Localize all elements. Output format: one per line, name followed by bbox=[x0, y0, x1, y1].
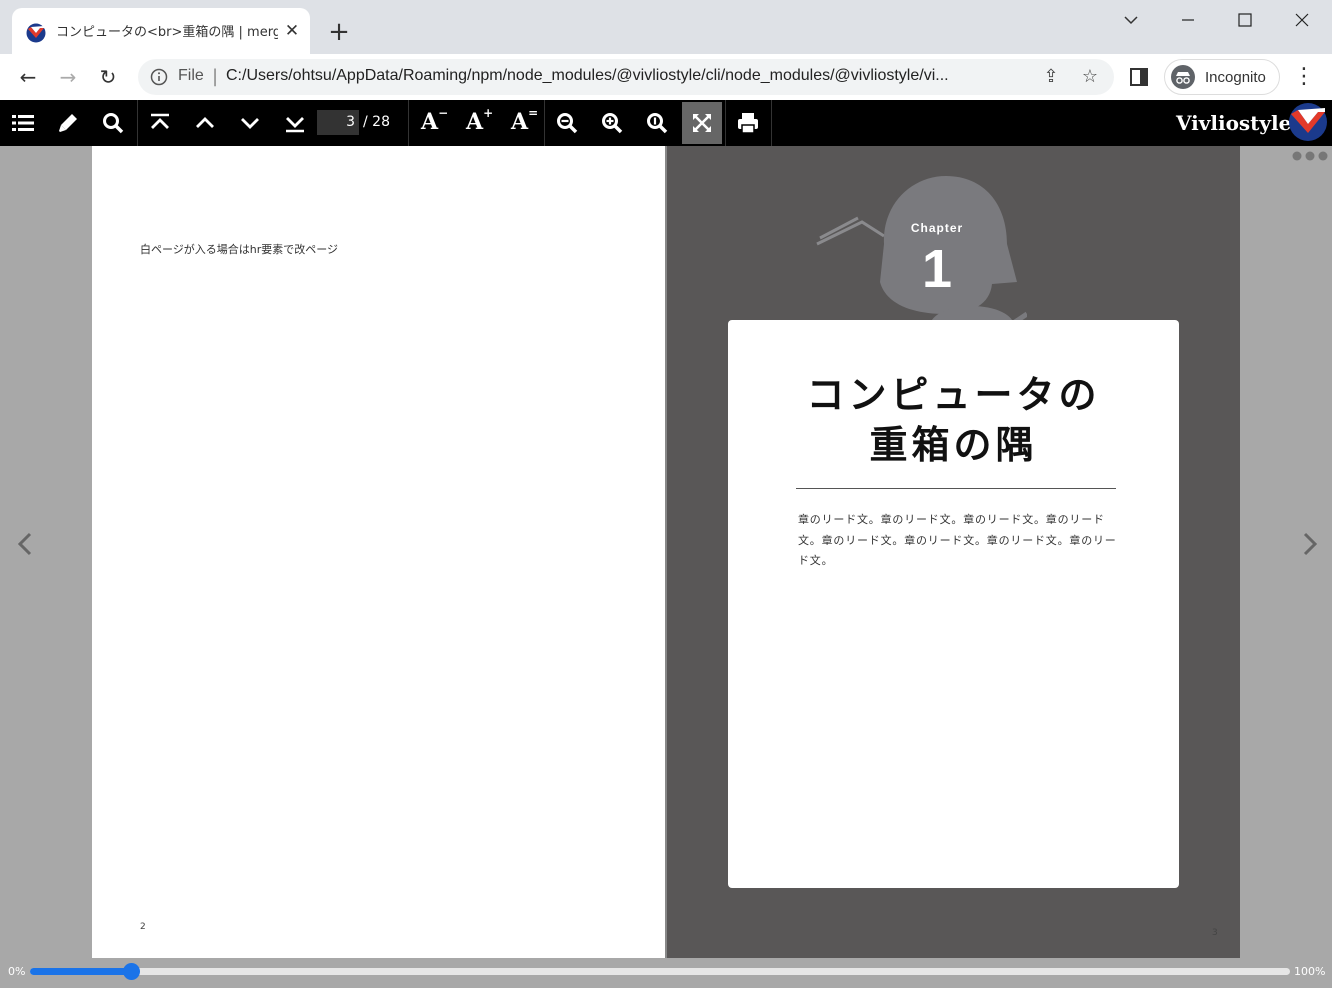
zoom-out-button[interactable] bbox=[545, 100, 589, 146]
chapter-card: コンピュータの 重箱の隅 章のリード文。章のリード文。章のリード文。章のリード文… bbox=[728, 320, 1179, 888]
share-icon[interactable]: ⇪ bbox=[1040, 67, 1062, 89]
vivliostyle-logo-icon bbox=[1289, 103, 1327, 141]
browser-toolbar: ← → ↻ File | C:/Users/ohtsu/AppData/Roam… bbox=[0, 54, 1332, 100]
search-icon bbox=[103, 113, 124, 134]
chapter-divider bbox=[796, 488, 1116, 489]
tab-title: コンピュータの<br>重箱の隅 | merge bbox=[56, 25, 278, 40]
progress-bar: 0% 100% bbox=[0, 958, 1332, 988]
toolbar-separator bbox=[771, 100, 772, 146]
actual-size-icon bbox=[647, 113, 668, 134]
progress-end-label: 100% bbox=[1294, 965, 1326, 978]
browser-tab[interactable]: コンピュータの<br>重箱の隅 | merge ✕ bbox=[12, 8, 310, 54]
font-default-mark: = bbox=[528, 105, 539, 120]
chapter-title: コンピュータの 重箱の隅 bbox=[728, 370, 1179, 470]
toc-icon bbox=[12, 115, 34, 131]
incognito-icon bbox=[1171, 65, 1195, 89]
next-page-button[interactable] bbox=[228, 100, 272, 146]
close-window-icon[interactable] bbox=[1287, 8, 1317, 32]
search-button[interactable] bbox=[91, 100, 135, 146]
tab-strip: コンピュータの<br>重箱の隅 | merge ✕ + bbox=[0, 0, 1332, 54]
zoom-out-icon bbox=[557, 113, 578, 134]
zoom-in-button[interactable] bbox=[590, 100, 634, 146]
tab-close-icon[interactable]: ✕ bbox=[282, 21, 302, 41]
first-page-button[interactable] bbox=[138, 100, 182, 146]
forward-button[interactable]: → bbox=[53, 62, 83, 92]
toc-button[interactable] bbox=[1, 100, 45, 146]
fit-page-button[interactable] bbox=[682, 102, 722, 144]
previous-page-button[interactable] bbox=[183, 100, 227, 146]
page-total: / 28 bbox=[363, 114, 390, 130]
url-text[interactable]: C:/Users/ohtsu/AppData/Roaming/npm/node_… bbox=[226, 67, 1030, 85]
next-spread-arrow-icon[interactable] bbox=[1295, 526, 1325, 562]
page-number-input[interactable]: 3 bbox=[317, 110, 359, 135]
chapter-title-line1: コンピュータの bbox=[806, 373, 1101, 417]
last-page-button[interactable] bbox=[273, 100, 317, 146]
chapter-lead-text: 章のリード文。章のリード文。章のリード文。章のリード文。章のリード文。章のリード… bbox=[798, 513, 1117, 567]
progress-start-label: 0% bbox=[8, 965, 26, 978]
font-larger-mark: + bbox=[483, 105, 494, 120]
maximize-icon[interactable] bbox=[1230, 8, 1260, 32]
incognito-label: Incognito bbox=[1205, 69, 1266, 86]
toolbar-separator bbox=[408, 100, 409, 146]
progress-fill bbox=[30, 968, 131, 975]
scheme-label: File bbox=[178, 67, 204, 84]
left-page-text: 白ページが入る場合はhr要素で改ページ bbox=[140, 243, 339, 256]
font-larger-glyph: A bbox=[466, 109, 484, 135]
right-page-number: 3 bbox=[1212, 928, 1218, 938]
chapter-label: Chapter bbox=[910, 221, 964, 235]
chapter-title-line2: 重箱の隅 bbox=[869, 423, 1038, 467]
vivliostyle-favicon-icon bbox=[26, 23, 46, 43]
font-default-glyph: A bbox=[511, 109, 529, 135]
minimize-icon[interactable] bbox=[1173, 8, 1203, 32]
left-page-number: 2 bbox=[140, 922, 146, 932]
more-options-icon[interactable] bbox=[1292, 151, 1328, 161]
actual-size-button[interactable] bbox=[635, 100, 679, 146]
reload-button[interactable]: ↻ bbox=[93, 62, 123, 92]
info-icon[interactable] bbox=[150, 68, 168, 86]
right-page: Chapter 1 コンピュータの 重箱の隅 章のリード文。章のリード文。章のリ… bbox=[667, 146, 1240, 958]
left-page: 白ページが入る場合はhr要素で改ページ 2 bbox=[92, 146, 665, 958]
scheme-separator: | bbox=[212, 66, 219, 87]
last-page-icon bbox=[286, 117, 304, 133]
side-panel-icon[interactable] bbox=[1130, 68, 1148, 86]
progress-track[interactable] bbox=[30, 963, 1290, 980]
font-smaller-button[interactable]: A− bbox=[421, 105, 449, 135]
progress-slider-thumb[interactable] bbox=[122, 963, 140, 980]
new-tab-button[interactable]: + bbox=[326, 19, 352, 45]
viewer-toolbar: 3 / 28 A− A+ A= Vivliostyle bbox=[0, 100, 1332, 146]
next-page-icon bbox=[241, 118, 259, 129]
zoom-in-icon bbox=[602, 113, 623, 134]
back-button[interactable]: ← bbox=[13, 62, 43, 92]
font-smaller-glyph: A bbox=[421, 109, 439, 135]
marker-button[interactable] bbox=[46, 100, 90, 146]
bookmark-star-icon[interactable]: ☆ bbox=[1079, 67, 1101, 89]
print-icon bbox=[738, 113, 758, 134]
viewer-area: 白ページが入る場合はhr要素で改ページ 2 Chapter 1 コンピュータの … bbox=[0, 146, 1332, 958]
font-larger-button[interactable]: A+ bbox=[466, 105, 494, 135]
chapter-number: 1 bbox=[921, 239, 953, 299]
first-page-icon bbox=[151, 113, 169, 129]
incognito-badge[interactable]: Incognito bbox=[1164, 59, 1280, 95]
tab-search-icon[interactable] bbox=[1116, 8, 1146, 32]
address-bar[interactable]: File | C:/Users/ohtsu/AppData/Roaming/np… bbox=[138, 59, 1114, 95]
marker-icon bbox=[59, 114, 77, 132]
brand-name: Vivliostyle bbox=[1176, 111, 1292, 135]
fit-page-icon bbox=[693, 114, 711, 132]
font-smaller-mark: − bbox=[438, 105, 449, 120]
browser-menu-icon[interactable]: ⋮ bbox=[1292, 62, 1316, 92]
previous-spread-arrow-icon[interactable] bbox=[10, 526, 40, 562]
font-default-button[interactable]: A= bbox=[511, 105, 539, 135]
print-button[interactable] bbox=[726, 100, 770, 146]
previous-page-icon bbox=[196, 117, 214, 128]
